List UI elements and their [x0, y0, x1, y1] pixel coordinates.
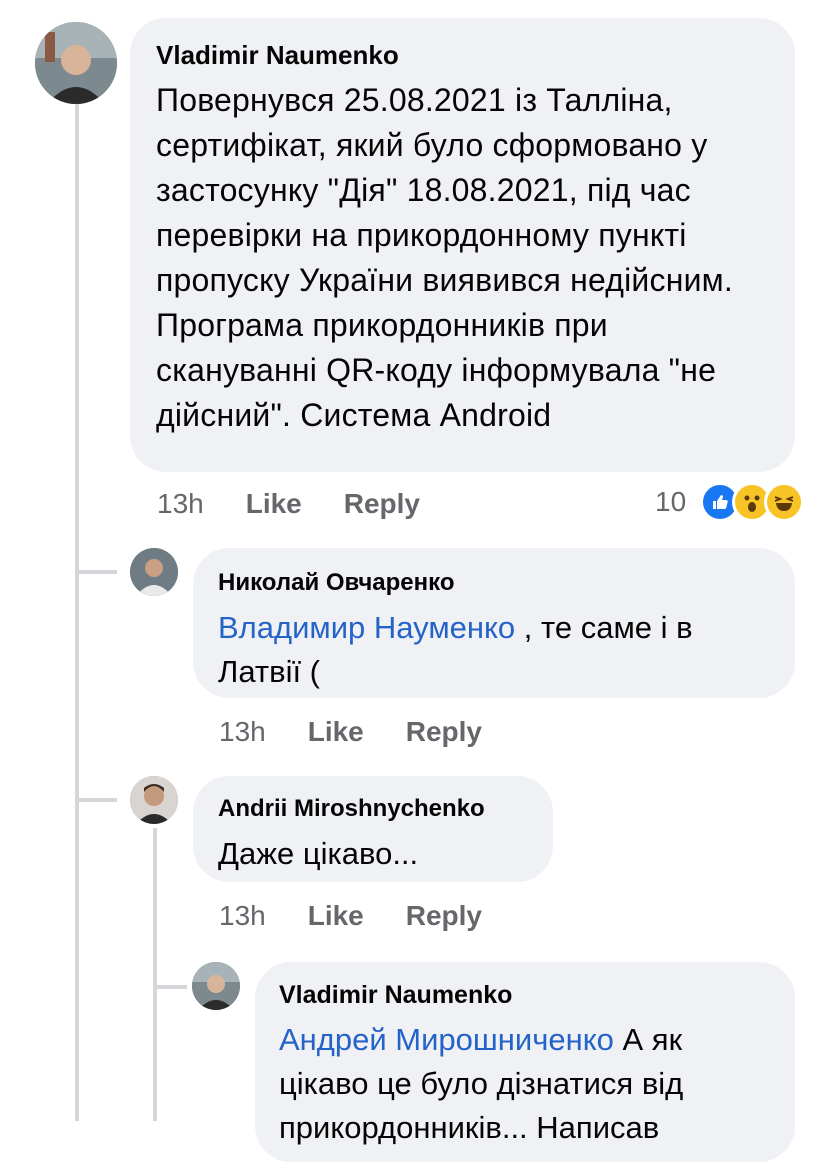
reply-button[interactable]: Reply: [406, 900, 482, 932]
thread-line-main: [75, 100, 79, 1121]
comment-author[interactable]: Николай Овчаренко: [218, 566, 770, 600]
comment-bubble: Andrii Miroshnychenko Даже цікаво...: [193, 776, 553, 882]
like-button[interactable]: Like: [308, 716, 364, 748]
comment-text: Андрей Мирошниченко А як цікаво це було …: [279, 1018, 771, 1150]
mention-link[interactable]: Владимир Науменко: [218, 610, 515, 645]
comment-actions: 13h Like Reply: [157, 488, 420, 520]
like-button[interactable]: Like: [308, 900, 364, 932]
comment-bubble: Николай Овчаренко Владимир Науменко , те…: [193, 548, 795, 698]
comment-timestamp[interactable]: 13h: [219, 716, 266, 748]
comment-bubble: Vladimir Naumenko Андрей Мирошниченко А …: [255, 962, 795, 1162]
reactions-summary[interactable]: 10: [655, 482, 805, 522]
haha-icon: [764, 482, 805, 522]
thread-connector-reply-1: [79, 570, 117, 574]
comment-timestamp[interactable]: 13h: [219, 900, 266, 932]
like-button[interactable]: Like: [246, 488, 302, 520]
reaction-count: 10: [655, 486, 687, 517]
avatar-photo: [130, 548, 178, 596]
avatar[interactable]: [35, 22, 117, 104]
thread-connector-reply-3: [157, 985, 187, 989]
thread-connector-reply-2: [79, 798, 117, 802]
comment-text: Даже цікаво...: [218, 836, 419, 871]
avatar-photo: [192, 962, 240, 1010]
comment-text: Повернувся 25.08.2021 із Таллiна, сертиф…: [156, 82, 733, 433]
comment-text: Владимир Науменко , те саме і в Латвії (: [218, 606, 770, 694]
thread-line-nested: [153, 828, 157, 1121]
comment-timestamp[interactable]: 13h: [157, 488, 204, 520]
avatar-photo: [35, 22, 117, 104]
avatar-photo: [130, 776, 178, 824]
comment-author[interactable]: Andrii Miroshnychenko: [218, 792, 528, 826]
reply-button[interactable]: Reply: [406, 716, 482, 748]
avatar[interactable]: [130, 776, 178, 824]
comment-bubble: Vladimir Naumenko Повернувся 25.08.2021 …: [130, 18, 795, 472]
avatar[interactable]: [192, 962, 240, 1010]
comment-author[interactable]: Vladimir Naumenko: [279, 978, 771, 1012]
reply-button[interactable]: Reply: [344, 488, 420, 520]
comment-actions: 13h Like Reply: [219, 716, 482, 748]
comment-author[interactable]: Vladimir Naumenko: [156, 36, 769, 74]
comment-actions: 13h Like Reply: [219, 900, 482, 932]
avatar[interactable]: [130, 548, 178, 596]
mention-link[interactable]: Андрей Мирошниченко: [279, 1022, 614, 1057]
